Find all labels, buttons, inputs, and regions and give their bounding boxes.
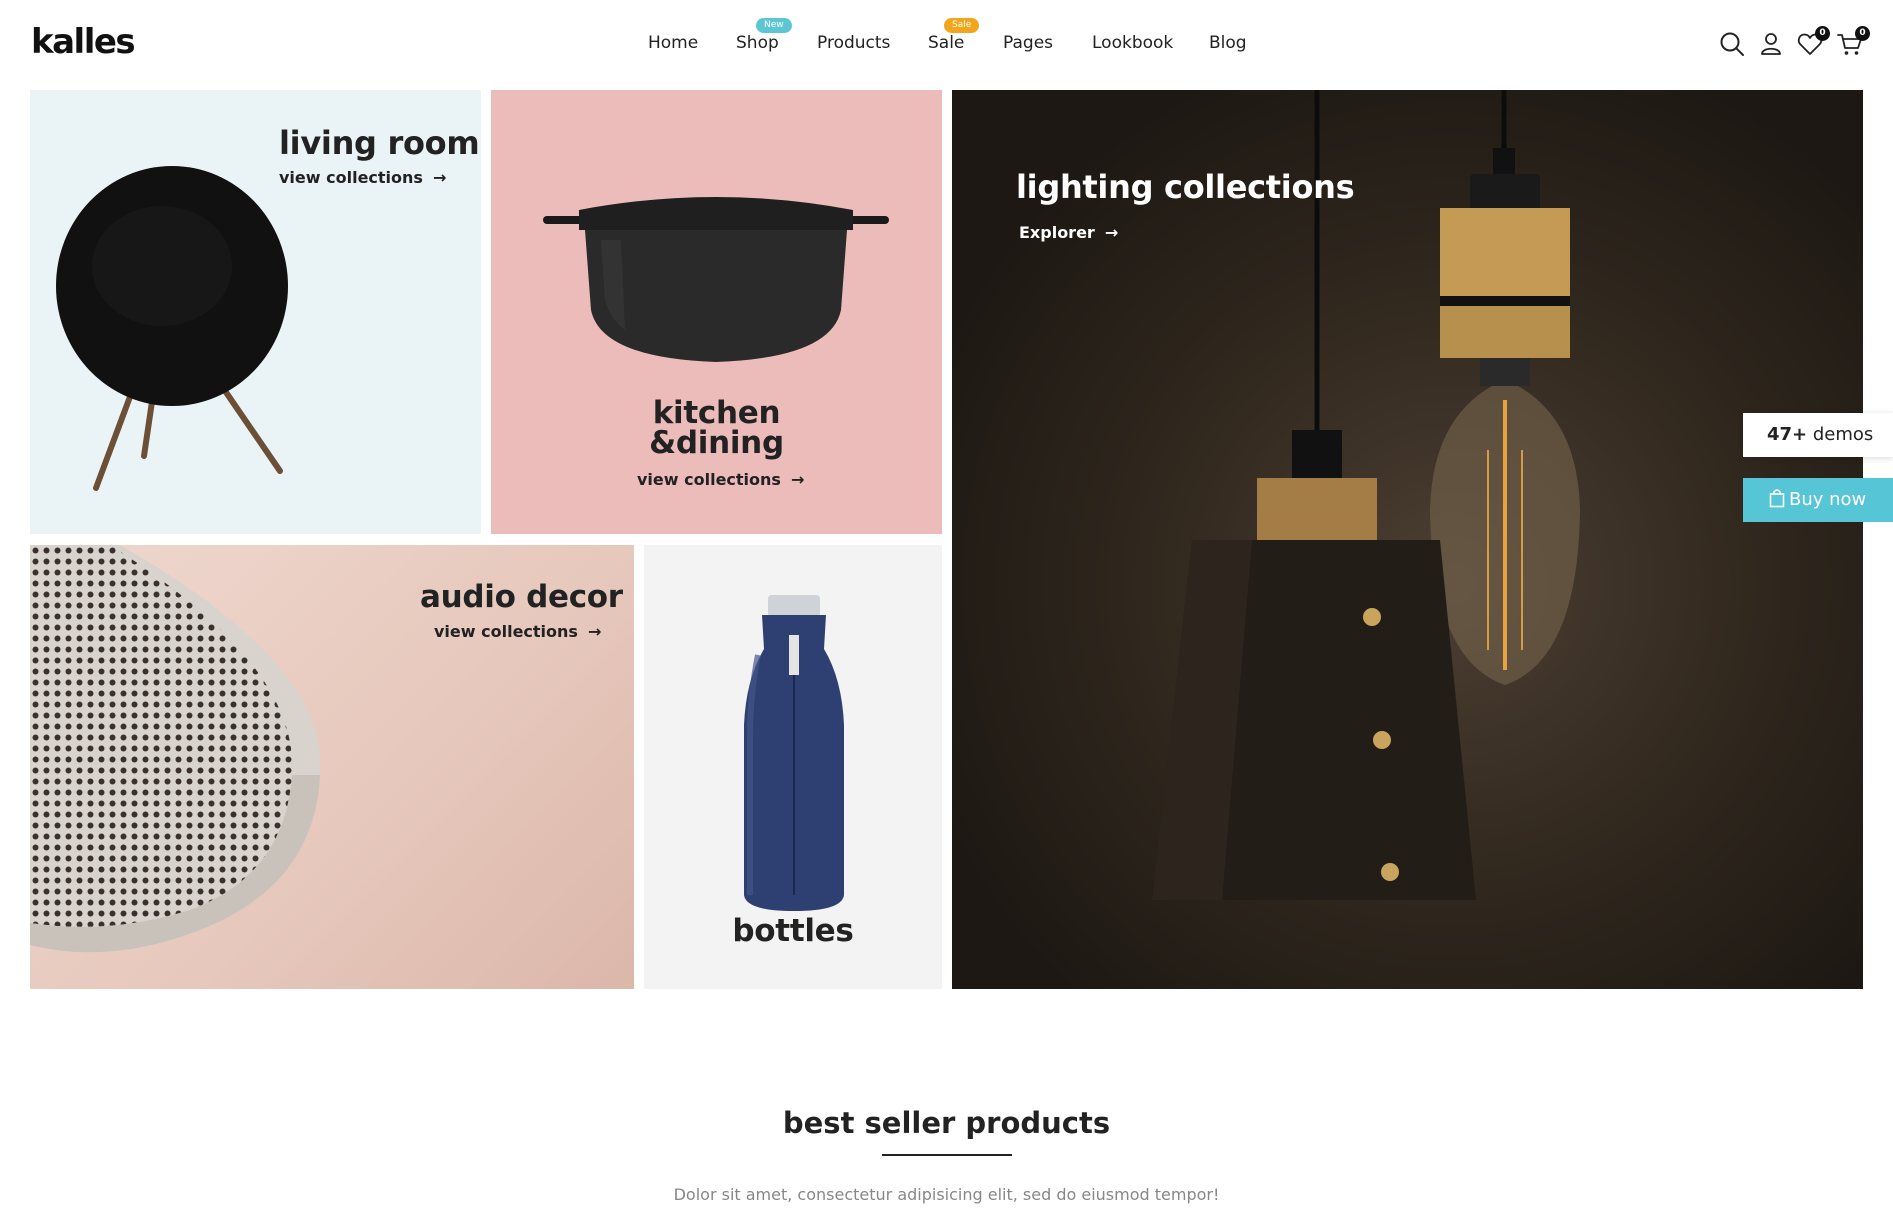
sale-badge: Sale xyxy=(944,18,980,33)
kitchen-dining-tile[interactable]: kitchen &dining view collections → xyxy=(491,90,942,534)
nav-pages[interactable]: Pages xyxy=(1003,33,1053,53)
wishlist-count: 0 xyxy=(1815,26,1830,41)
audio-decor-tile[interactable]: audio decor view collections → xyxy=(30,545,634,989)
lighting-link[interactable]: Explorer → xyxy=(1019,223,1118,242)
arrow-right-icon: → xyxy=(432,168,447,187)
audio-decor-link-label: view collections xyxy=(434,622,578,641)
nav-sale-label: Sale xyxy=(928,33,965,53)
demos-button[interactable]: 47+ demos xyxy=(1743,413,1893,457)
audio-decor-title: audio decor xyxy=(420,579,623,615)
arrow-right-icon: → xyxy=(587,622,602,641)
nav-home[interactable]: Home xyxy=(648,33,698,53)
nav-sale[interactable]: Sale Sale xyxy=(928,18,980,53)
kitchen-link-label: view collections xyxy=(637,470,781,489)
kitchen-title-line2: &dining xyxy=(649,425,784,461)
arrow-right-icon: → xyxy=(790,470,805,489)
living-room-tile[interactable]: living room view collections → xyxy=(30,90,481,534)
pot-image xyxy=(543,197,889,362)
bottles-title: bottles xyxy=(732,913,854,949)
audio-decor-link[interactable]: view collections → xyxy=(434,622,601,641)
demos-count: 47+ xyxy=(1767,424,1808,445)
logo[interactable]: kalles xyxy=(31,22,136,62)
section-title: best seller products xyxy=(782,1106,1111,1140)
kitchen-title-line1: kitchen xyxy=(652,395,781,431)
lighting-link-label: Explorer xyxy=(1019,223,1095,242)
bottles-tile[interactable]: bottles xyxy=(644,545,942,989)
section-underline xyxy=(882,1154,1012,1156)
section-subtitle: Dolor sit amet, consectetur adipisicing … xyxy=(673,1185,1220,1204)
cart-button[interactable]: 0 xyxy=(1836,26,1870,58)
nav-products[interactable]: Products xyxy=(817,33,890,53)
site-header: kalles Home Shop New Products Sale Sale … xyxy=(0,0,1893,90)
shopping-bag-icon xyxy=(1769,489,1785,508)
nav-shop-label: Shop xyxy=(736,33,779,53)
living-room-title: living room xyxy=(279,124,480,162)
speaker-image xyxy=(56,166,288,491)
nav-lookbook[interactable]: Lookbook xyxy=(1092,33,1173,53)
kitchen-title: kitchen &dining xyxy=(491,395,942,461)
lighting-title: lighting collections xyxy=(1016,168,1355,206)
living-room-link[interactable]: view collections → xyxy=(279,168,446,187)
kitchen-link[interactable]: view collections → xyxy=(637,470,804,489)
buy-now-button[interactable]: Buy now xyxy=(1743,478,1893,522)
wishlist-button[interactable]: 0 xyxy=(1796,26,1830,58)
cart-count: 0 xyxy=(1855,26,1870,41)
nav-shop[interactable]: Shop New xyxy=(736,18,792,53)
lighting-tile[interactable]: lighting collections Explorer → xyxy=(952,90,1863,989)
search-icon[interactable] xyxy=(1718,30,1746,58)
nav-blog[interactable]: Blog xyxy=(1209,33,1247,53)
demos-label: demos xyxy=(1807,424,1874,445)
new-badge: New xyxy=(756,18,792,33)
living-room-link-label: view collections xyxy=(279,168,423,187)
bottle-image xyxy=(744,595,844,911)
arrow-right-icon: → xyxy=(1104,223,1119,242)
buy-now-label: Buy now xyxy=(1789,489,1867,510)
user-icon[interactable] xyxy=(1757,30,1785,58)
